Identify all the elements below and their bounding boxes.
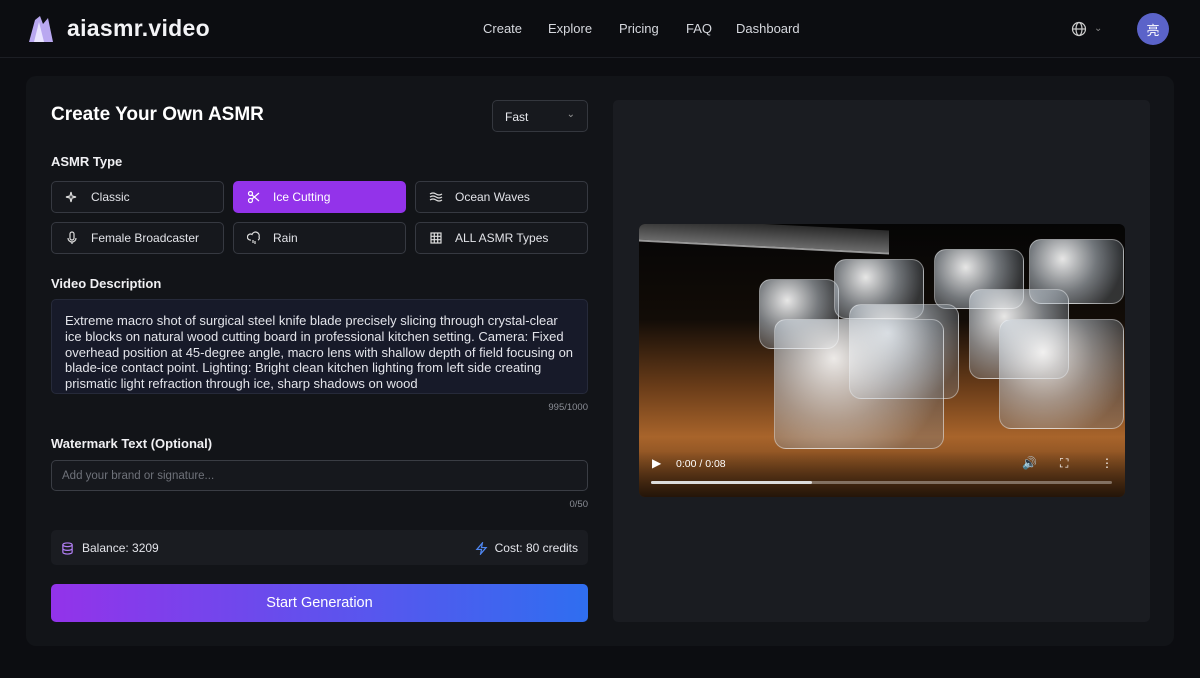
fullscreen-icon[interactable]: ⛶ xyxy=(1060,456,1068,471)
type-classic[interactable]: Classic xyxy=(51,181,224,213)
credits-bar: Balance: 3209 Cost: 80 credits xyxy=(51,530,588,565)
lightning-icon xyxy=(475,542,488,555)
grid-icon xyxy=(429,231,443,245)
brand-name[interactable]: aiasmr.video xyxy=(67,15,210,42)
video-controls: ▶ 0:00 / 0:08 🔊 ⛶ ⋮ xyxy=(639,451,1125,497)
type-label: Classic xyxy=(91,190,130,204)
type-label: Ice Cutting xyxy=(273,190,330,204)
top-nav: aiasmr.video Create Explore Pricing FAQ … xyxy=(0,0,1200,58)
waves-icon xyxy=(429,190,443,204)
more-options-icon[interactable]: ⋮ xyxy=(1101,456,1113,470)
type-label: Ocean Waves xyxy=(455,190,530,204)
ice-cube xyxy=(999,319,1124,429)
type-ice-cutting[interactable]: Ice Cutting xyxy=(233,181,406,213)
nav-pricing[interactable]: Pricing xyxy=(619,21,659,36)
watermark-input[interactable] xyxy=(51,460,588,491)
balance-text: Balance: 3209 xyxy=(82,541,159,555)
speed-value: Fast xyxy=(505,110,528,124)
globe-icon[interactable] xyxy=(1071,21,1087,37)
logo-icon xyxy=(26,14,56,44)
asmr-type-label: ASMR Type xyxy=(51,154,122,169)
video-player[interactable]: ▶ 0:00 / 0:08 🔊 ⛶ ⋮ xyxy=(639,224,1125,497)
watermark-label: Watermark Text (Optional) xyxy=(51,436,212,451)
avatar[interactable]: 亮 xyxy=(1137,13,1169,45)
type-ocean-waves[interactable]: Ocean Waves xyxy=(415,181,588,213)
type-all[interactable]: ALL ASMR Types xyxy=(415,222,588,254)
cloud-rain-icon xyxy=(247,231,261,245)
description-textarea[interactable]: Extreme macro shot of surgical steel kni… xyxy=(51,299,588,394)
page-title: Create Your Own ASMR xyxy=(51,104,264,126)
description-count: 995/1000 xyxy=(548,402,588,413)
play-icon[interactable]: ▶ xyxy=(652,456,661,470)
cost-text: Cost: 80 credits xyxy=(495,541,578,555)
nav-faq[interactable]: FAQ xyxy=(686,21,712,36)
nav-create[interactable]: Create xyxy=(483,21,522,36)
type-rain[interactable]: Rain xyxy=(233,222,406,254)
chevron-down-icon: ⌄ xyxy=(567,109,575,120)
video-progress-fill xyxy=(651,481,812,484)
video-knife xyxy=(639,224,889,255)
ice-cube xyxy=(774,319,944,449)
start-generation-button[interactable]: Start Generation xyxy=(51,584,588,622)
video-progress[interactable] xyxy=(651,481,1112,484)
scissors-icon xyxy=(247,190,261,204)
speed-select[interactable]: Fast ⌄ xyxy=(492,100,588,132)
sparkles-icon xyxy=(65,190,79,204)
watermark-count: 0/50 xyxy=(570,499,589,510)
microphone-icon xyxy=(65,231,79,245)
type-female-broadcaster[interactable]: Female Broadcaster xyxy=(51,222,224,254)
nav-explore[interactable]: Explore xyxy=(548,21,592,36)
volume-icon[interactable]: 🔊 xyxy=(1022,456,1037,470)
chevron-down-icon[interactable]: ⌄ xyxy=(1094,23,1102,34)
type-label: ALL ASMR Types xyxy=(455,231,548,245)
description-label: Video Description xyxy=(51,276,161,291)
type-label: Rain xyxy=(273,231,298,245)
type-label: Female Broadcaster xyxy=(91,231,199,245)
database-icon xyxy=(61,542,74,555)
nav-dashboard[interactable]: Dashboard xyxy=(736,21,800,36)
video-time: 0:00 / 0:08 xyxy=(676,458,726,470)
